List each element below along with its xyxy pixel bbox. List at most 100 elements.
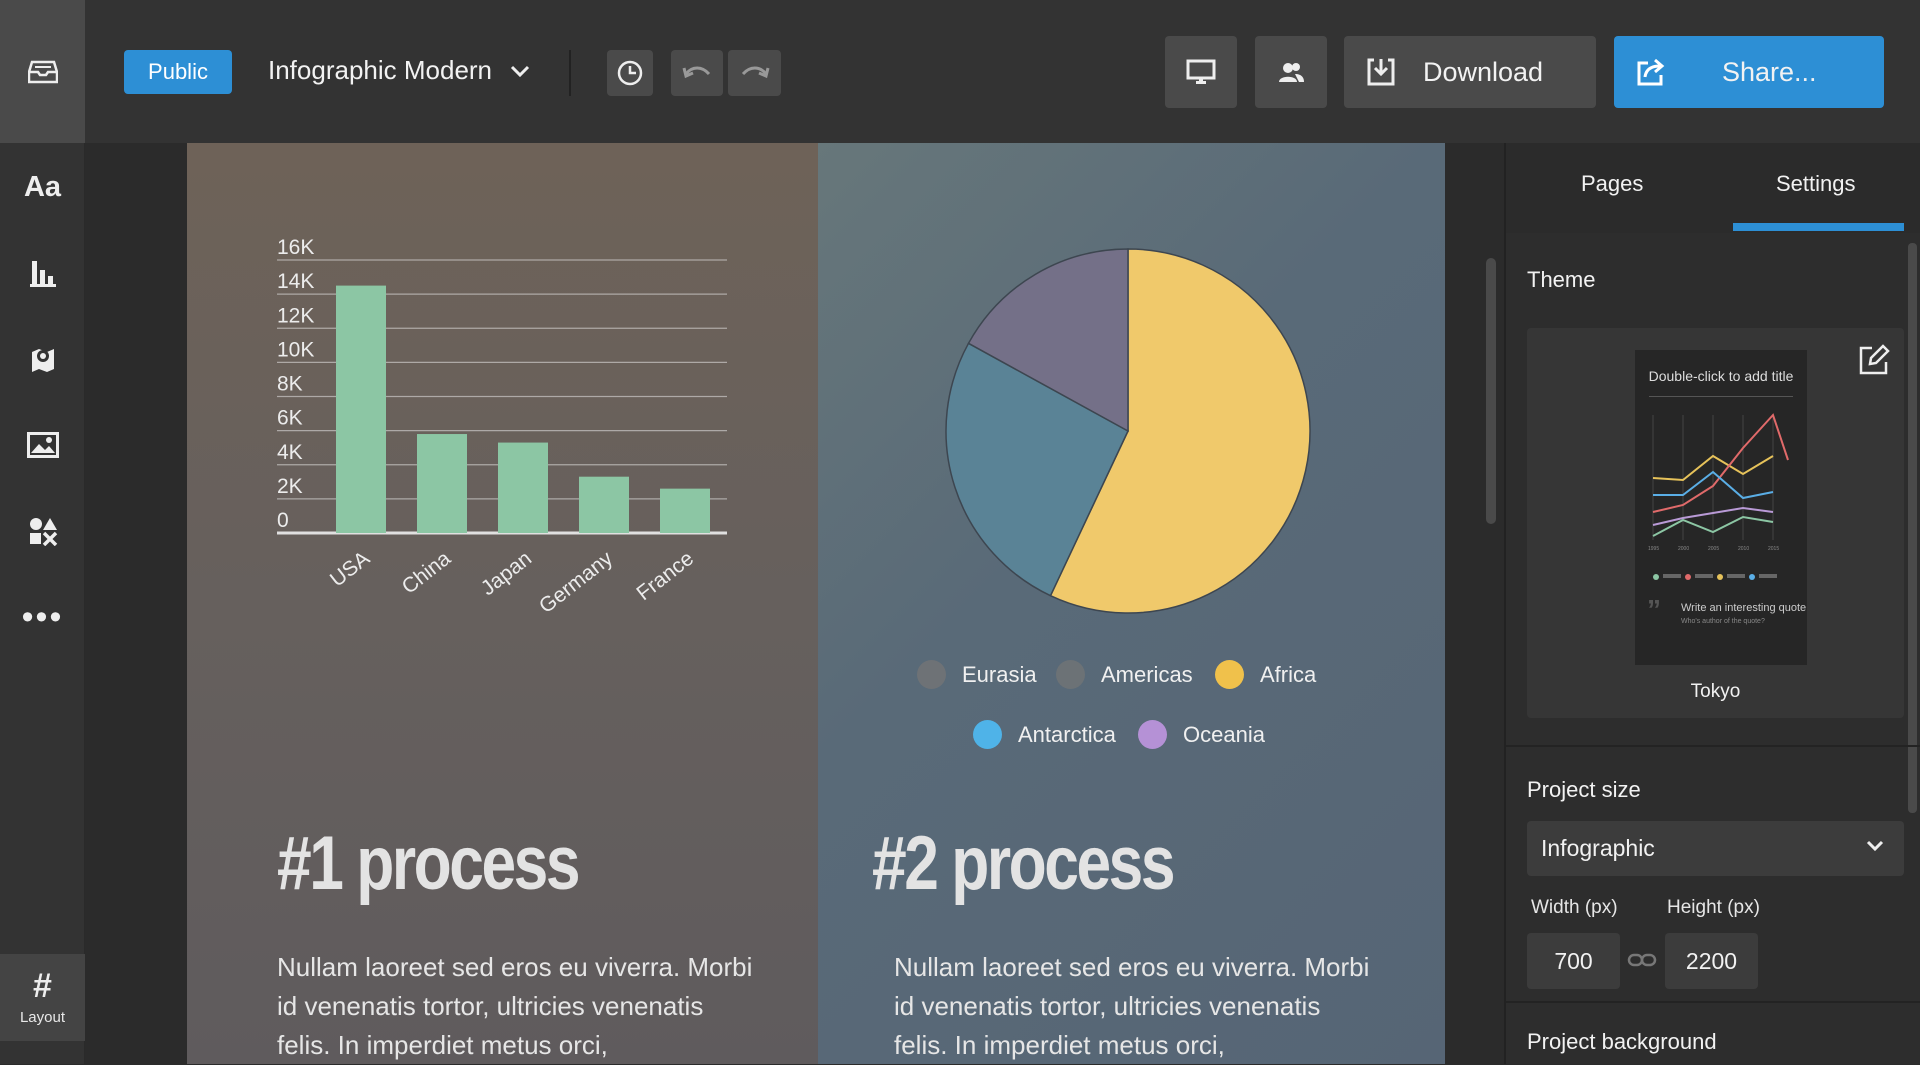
users-icon <box>1279 63 1304 82</box>
width-input[interactable]: 700 <box>1527 933 1620 989</box>
legend-swatch <box>1056 660 1085 689</box>
grid-hash-icon: # <box>33 967 52 1005</box>
edit-icon[interactable] <box>1858 344 1890 376</box>
tab-settings[interactable]: Settings <box>1776 171 1856 197</box>
present-button[interactable] <box>1165 36 1237 108</box>
y-tick-label: 4K <box>277 441 303 464</box>
redo-button[interactable] <box>728 50 781 96</box>
x-tick-label: USA <box>326 547 374 592</box>
svg-text:2000: 2000 <box>1678 546 1689 552</box>
bar-chart[interactable]: 0 2K 4K 6K 8K 10K 12K 14K 16K USA China JapanGerman… <box>187 143 818 783</box>
process-heading-right[interactable]: #2 process <box>872 820 1176 907</box>
legend-swatch <box>973 720 1002 749</box>
theme-preview-legend <box>1653 574 1793 580</box>
y-tick-label: 0 <box>277 509 289 532</box>
quote-icon: ” <box>1647 594 1661 625</box>
image-icon <box>26 432 59 458</box>
more-tools-button[interactable]: ••• <box>0 577 85 657</box>
project-title: Infographic Modern <box>268 55 493 85</box>
y-tick-label: 10K <box>277 338 314 361</box>
legend-item: Africa <box>1215 660 1316 689</box>
section-divider <box>1506 745 1920 747</box>
pie-chart[interactable] <box>818 143 1445 643</box>
settings-sidebar: Pages Settings Theme Double-click to add… <box>1504 143 1920 1064</box>
process-body-left[interactable]: Nullam laoreet sed eros eu viverra. Morb… <box>277 948 757 1065</box>
text-icon: Aa <box>23 170 62 203</box>
legend-label: Africa <box>1260 661 1317 687</box>
project-size-select[interactable]: Infographic <box>1527 821 1904 876</box>
legend-swatch <box>917 660 946 689</box>
x-tick-label: China <box>398 547 456 599</box>
download-button[interactable]: Download <box>1344 36 1596 108</box>
share-button[interactable]: Share... <box>1614 36 1884 108</box>
legend-label: Eurasia <box>962 661 1037 687</box>
redo-icon <box>741 66 769 79</box>
bar[interactable] <box>498 442 548 533</box>
y-tick-label: 16K <box>277 236 314 259</box>
theme-preview-quote-author: Who's author of the quote? <box>1681 618 1765 625</box>
legend-item: Antarctica <box>973 720 1116 749</box>
shapes-tool-button[interactable] <box>0 491 85 571</box>
project-size-value: Infographic <box>1541 835 1655 861</box>
bar[interactable] <box>660 488 710 533</box>
project-background-label: Project background <box>1527 1029 1717 1054</box>
project-title-dropdown[interactable]: Infographic Modern <box>268 55 530 86</box>
active-tab-indicator <box>1733 223 1904 231</box>
bar[interactable] <box>336 285 386 533</box>
home-button[interactable] <box>0 0 85 143</box>
theme-thumbnail[interactable]: Double-click to add title 1995 2000 2005 20… <box>1635 350 1807 665</box>
legend-item: Eurasia <box>917 660 1037 689</box>
sidebar-tabs: Pages Settings <box>1506 143 1920 233</box>
process-body-right[interactable]: Nullam laoreet sed eros eu viverra. Morb… <box>894 948 1374 1065</box>
shapes-icon <box>29 518 57 546</box>
more-icon: ••• <box>21 598 64 636</box>
theme-preview-line-chart: 1995 2000 2005 2010 2015 <box>1648 413 1789 552</box>
chevron-down-icon <box>510 65 530 77</box>
undo-icon <box>682 66 711 79</box>
legend-label: Antarctica <box>1018 721 1116 747</box>
link-icon[interactable] <box>1627 950 1657 970</box>
svg-text:1995: 1995 <box>1648 546 1659 552</box>
theme-card[interactable]: Double-click to add title 1995 2000 2005 20… <box>1527 328 1904 718</box>
svg-text:2015: 2015 <box>1768 546 1779 552</box>
undo-button[interactable] <box>671 50 723 96</box>
bar[interactable] <box>417 434 467 533</box>
process-heading-left[interactable]: #1 process <box>277 820 581 907</box>
download-icon <box>1367 58 1395 86</box>
y-tick-label: 2K <box>277 475 303 498</box>
project-size-label: Project size <box>1527 777 1641 802</box>
layout-button[interactable]: # Layout <box>0 954 85 1041</box>
y-tick-label: 6K <box>277 407 303 430</box>
text-tool-button[interactable]: Aa <box>0 147 85 227</box>
map-pin-icon <box>31 349 54 372</box>
x-tick-label: Japan <box>477 547 536 600</box>
theme-preview-rule <box>1649 396 1793 397</box>
layout-label: Layout <box>19 1009 66 1026</box>
legend-item: Americas <box>1056 660 1193 689</box>
share-icon <box>1637 58 1665 86</box>
sidebar-scrollbar[interactable] <box>1908 243 1917 813</box>
inbox-icon <box>27 60 58 83</box>
svg-text:2005: 2005 <box>1708 546 1719 552</box>
collaborators-button[interactable] <box>1255 36 1327 108</box>
chart-tool-button[interactable] <box>0 233 85 313</box>
width-label: Width (px) <box>1531 897 1618 918</box>
monitor-icon <box>1186 59 1216 84</box>
share-label: Share... <box>1722 56 1817 87</box>
public-button[interactable]: Public <box>124 50 232 94</box>
legend-label: Oceania <box>1183 721 1265 747</box>
clock-icon <box>617 60 643 86</box>
svg-text:2010: 2010 <box>1738 546 1749 552</box>
legend-swatch <box>1138 720 1167 749</box>
bar[interactable] <box>579 476 629 533</box>
legend-item: Oceania <box>1138 720 1265 749</box>
height-input[interactable]: 2200 <box>1665 933 1758 989</box>
y-tick-label: 8K <box>277 373 303 396</box>
legend-label: Americas <box>1101 661 1193 687</box>
tab-pages[interactable]: Pages <box>1581 171 1643 197</box>
image-tool-button[interactable] <box>0 405 85 485</box>
history-button[interactable] <box>607 50 653 96</box>
map-tool-button[interactable] <box>0 319 85 399</box>
x-tick-label: Germany <box>535 547 618 619</box>
canvas-scrollbar[interactable] <box>1486 258 1496 524</box>
